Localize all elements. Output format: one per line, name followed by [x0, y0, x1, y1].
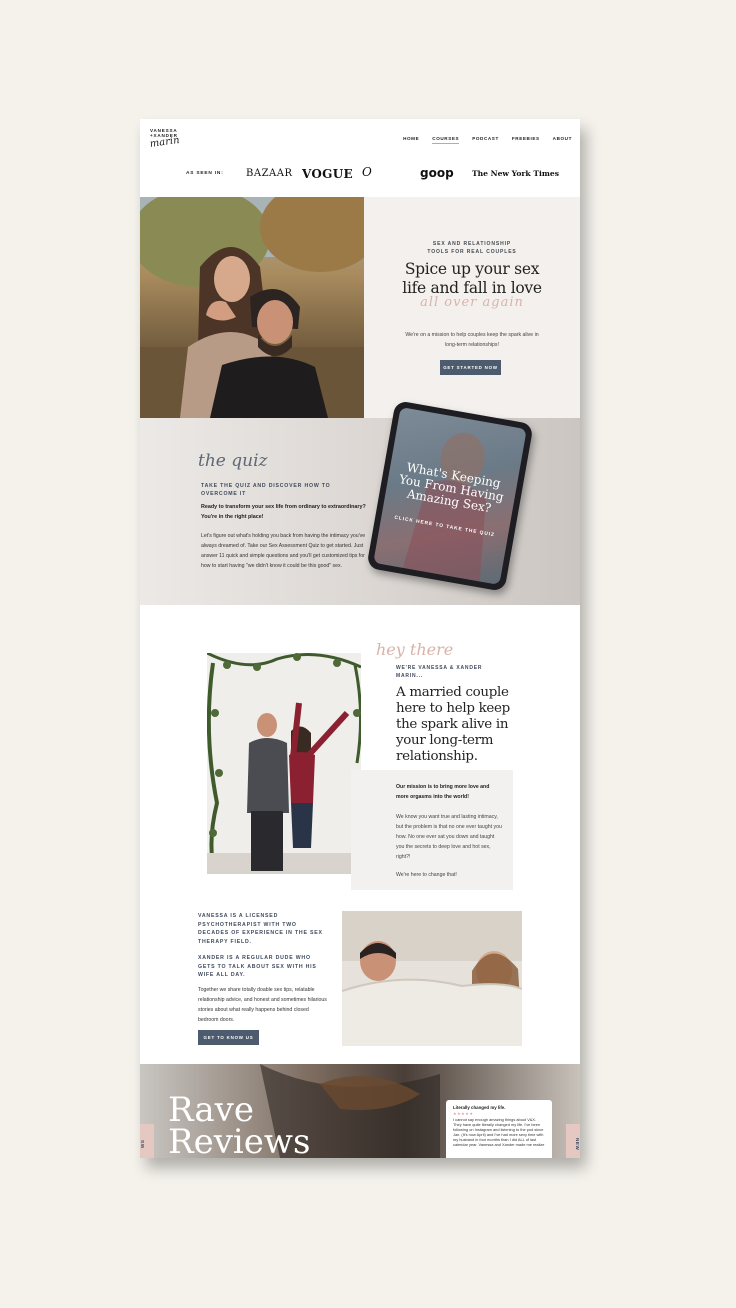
vogue-logo: VOGUE: [302, 167, 353, 181]
quiz-heading: TAKE THE QUIZ AND DISCOVER HOW TO OVERCO…: [201, 483, 331, 497]
logo[interactable]: VANESSA +XANDER marin: [149, 128, 200, 158]
hero-eyebrow-line-1: SEX AND RELATIONSHIP: [432, 241, 512, 247]
tablet-screen: What's Keeping You From Having Amazing S…: [373, 407, 527, 585]
about-title: A married couple here to help keep the s…: [396, 685, 510, 764]
as-seen-in-label: AS SEEN IN:: [186, 171, 224, 176]
nav-home[interactable]: HOME: [403, 136, 419, 144]
quiz-lead: Ready to transform your sex life from or…: [201, 504, 366, 520]
quiz-script: the quiz: [198, 451, 268, 471]
hero-couple-photo: [140, 197, 364, 418]
goop-logo: goop: [420, 166, 454, 180]
hero-eyebrow-line-2: TOOLS FOR REAL COUPLES: [427, 249, 517, 255]
hero-content: SEX AND RELATIONSHIP TOOLS FOR REAL COUP…: [364, 197, 580, 418]
mission-end: We're here to change that!: [396, 872, 457, 878]
quiz-tablet[interactable]: What's Keeping You From Having Amazing S…: [366, 400, 534, 592]
main-nav: HOME COURSES PODCAST FREEBIES ABOUT: [390, 136, 572, 144]
reviews-section: Rave Reviews WS NEW Literally changed my…: [140, 1064, 580, 1158]
bio-vanessa: VANESSA IS A LICENSED PSYCHOTHERAPIST WI…: [198, 913, 323, 945]
reviews-next-tab[interactable]: NEW: [566, 1124, 580, 1158]
review-card: Literally changed my life. ★★★★★ I canno…: [446, 1100, 552, 1158]
nav-about[interactable]: ABOUT: [553, 136, 572, 144]
about-couple-photo: [207, 653, 361, 874]
quiz-section: the quiz TAKE THE QUIZ AND DISCOVER HOW …: [140, 400, 580, 605]
bio-body: Together we share totally doable sex tip…: [198, 987, 327, 1023]
hero-title: Spice up your sex life and fall in love: [364, 260, 580, 298]
review-card-title: Literally changed my life.: [453, 1105, 506, 1110]
website-mockup: VANESSA +XANDER marin HOME COURSES PODCA…: [140, 119, 580, 1158]
hero-eyebrow: SEX AND RELATIONSHIP TOOLS FOR REAL COUP…: [364, 240, 580, 256]
reviews-title-line-2: Reviews: [168, 1122, 311, 1158]
nav-courses[interactable]: COURSES: [432, 136, 460, 144]
bazaar-logo: BAZAAR: [246, 168, 293, 179]
about-eyebrow: WE'RE VANESSA & XANDER MARIN...: [396, 665, 483, 679]
reviews-title: Rave Reviews: [168, 1093, 311, 1158]
hero-body: We're on a mission to help couples keep …: [405, 332, 539, 348]
nyt-logo: The New York Times: [472, 169, 560, 178]
quiz-body: Let's figure out what's holding you back…: [201, 533, 366, 569]
bed-couple-photo: [342, 911, 522, 1046]
review-stars: ★★★★★: [453, 1111, 474, 1116]
nav-freebies[interactable]: FREEBIES: [512, 136, 540, 144]
about-script: hey there: [376, 640, 454, 659]
oprah-logo: O: [362, 165, 372, 179]
review-card-body: I cannot say enough amazing things about…: [453, 1117, 545, 1147]
get-to-know-us-button[interactable]: GET TO KNOW US: [198, 1030, 259, 1045]
get-started-button[interactable]: GET STARTED NOW: [440, 360, 501, 375]
hero-script: all over again: [420, 295, 524, 310]
reviews-prev-tab[interactable]: WS: [140, 1124, 154, 1158]
as-seen-in-bar: AS SEEN IN: BAZAAR VOGUE O goop The New …: [140, 165, 580, 185]
hero-title-line-1: Spice up your sex: [404, 260, 540, 278]
nav-podcast[interactable]: PODCAST: [472, 136, 499, 144]
bio-xander: XANDER IS A REGULAR DUDE WHO GETS TO TAL…: [198, 955, 317, 979]
mission-box: Our mission is to bring more love and mo…: [351, 770, 513, 890]
mission-body: We know you want true and lasting intima…: [396, 814, 502, 860]
mission-lead: Our mission is to bring more love and mo…: [396, 784, 490, 800]
